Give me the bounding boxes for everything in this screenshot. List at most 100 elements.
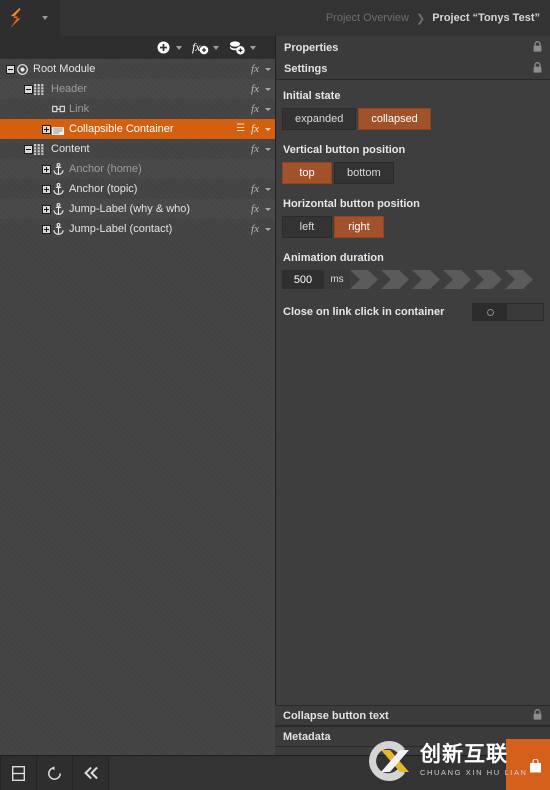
fx-button[interactable]: fx bbox=[251, 223, 259, 235]
tree-expander-collapsed-icon[interactable] bbox=[42, 224, 51, 234]
tree-row[interactable]: Anchor (topic) fx bbox=[0, 179, 275, 199]
initial-state-label: Initial state bbox=[283, 90, 341, 102]
add-function-button[interactable]: fx bbox=[191, 39, 209, 57]
field-close-on-link-click: Close on link click in container bbox=[282, 303, 544, 321]
fx-caret-down-icon[interactable] bbox=[265, 227, 271, 231]
properties-footer-sections: Collapse button text Metadata bbox=[275, 705, 550, 755]
initial-state-segmented-control: expanded collapsed bbox=[282, 108, 544, 130]
add-element-button[interactable] bbox=[154, 39, 172, 57]
anchor-icon bbox=[51, 223, 65, 235]
initial-state-option-expanded[interactable]: expanded bbox=[282, 108, 357, 130]
split-panel-icon bbox=[12, 765, 25, 781]
collapse-button-text-title: Collapse button text bbox=[283, 709, 389, 722]
tree-expander-collapsed-icon[interactable] bbox=[42, 164, 51, 174]
horizontal-position-option-left[interactable]: left bbox=[282, 216, 332, 238]
field-vertical-button-position: Vertical button position top bottom bbox=[282, 144, 544, 184]
add-element-caret-icon[interactable] bbox=[176, 45, 182, 50]
reload-button[interactable] bbox=[37, 756, 72, 790]
horizontal-position-option-right[interactable]: right bbox=[334, 216, 384, 238]
settings-section-body: Initial state expanded collapsed Vertica… bbox=[276, 80, 550, 321]
horizontal-button-position-segmented-control: left right bbox=[282, 216, 544, 238]
tree-row-label: Collapsible Container bbox=[69, 123, 174, 135]
fx-button[interactable]: fx bbox=[251, 143, 259, 155]
toggle-panels-button[interactable] bbox=[1, 756, 36, 790]
add-asset-group bbox=[228, 39, 256, 57]
vertical-position-option-top[interactable]: top bbox=[282, 162, 332, 184]
add-asset-button[interactable] bbox=[228, 39, 246, 57]
add-function-caret-icon[interactable] bbox=[213, 45, 219, 50]
tree-row[interactable]: Header fx bbox=[0, 79, 275, 99]
animation-duration-value[interactable]: 500 bbox=[282, 270, 324, 289]
collapse-all-button[interactable] bbox=[73, 756, 108, 790]
tree-expander-collapsed-icon[interactable] bbox=[42, 124, 51, 134]
double-chevron-left-icon bbox=[83, 767, 98, 779]
fx-button[interactable]: fx bbox=[251, 63, 259, 75]
tree-row[interactable]: Collapsible Container ☰ fx bbox=[0, 119, 275, 139]
tree-row[interactable]: Anchor (home) bbox=[0, 159, 275, 179]
field-animation-duration: Animation duration 500 ms bbox=[282, 252, 544, 289]
fx-button[interactable]: fx bbox=[251, 123, 259, 135]
lock-glyph bbox=[533, 40, 542, 52]
horizontal-button-position-label: Horizontal button position bbox=[283, 198, 420, 210]
chevron-track-icon bbox=[350, 270, 533, 289]
tree-row[interactable]: Link fx bbox=[0, 99, 275, 119]
tree-row[interactable]: Content fx bbox=[0, 139, 275, 159]
lock-icon[interactable] bbox=[533, 708, 542, 723]
tree-expander-expanded-icon[interactable] bbox=[24, 84, 33, 94]
fx-button[interactable]: fx bbox=[251, 203, 259, 215]
tree-toolbar: fx bbox=[0, 36, 275, 59]
app-logo-menu-button[interactable] bbox=[30, 0, 60, 36]
breadcrumb: Project Overview ❯ Project “Tonys Test” bbox=[326, 12, 550, 25]
fx-caret-down-icon[interactable] bbox=[265, 187, 271, 191]
tree-row[interactable]: Jump-Label (why & who) fx bbox=[0, 199, 275, 219]
fx-plus-icon: fx bbox=[192, 40, 208, 55]
settings-section-title: Settings bbox=[284, 63, 328, 75]
fx-button[interactable]: fx bbox=[251, 103, 259, 115]
fx-button[interactable]: fx bbox=[251, 183, 259, 195]
tree-row-label: Anchor (topic) bbox=[69, 183, 138, 195]
add-element-group bbox=[154, 39, 182, 57]
breadcrumb-project-overview[interactable]: Project Overview bbox=[326, 12, 409, 24]
fx-caret-down-icon[interactable] bbox=[265, 127, 271, 131]
initial-state-option-collapsed[interactable]: collapsed bbox=[358, 108, 431, 130]
fx-caret-down-icon[interactable] bbox=[265, 67, 271, 71]
tree-row-label: Content bbox=[51, 143, 90, 155]
tree-expander-expanded-icon[interactable] bbox=[24, 144, 33, 154]
add-asset-caret-icon[interactable] bbox=[250, 45, 256, 50]
plus-circle-icon bbox=[157, 41, 169, 54]
lock-glyph bbox=[533, 62, 542, 73]
lock-glyph bbox=[533, 708, 542, 720]
lock-icon[interactable] bbox=[533, 62, 542, 76]
breadcrumb-separator-icon: ❯ bbox=[415, 12, 426, 25]
tree-expander-expanded-icon[interactable] bbox=[6, 64, 15, 74]
animation-duration-slider[interactable]: 500 ms bbox=[282, 270, 544, 289]
lock-icon[interactable] bbox=[533, 40, 542, 55]
add-function-group: fx bbox=[191, 39, 219, 57]
status-bar bbox=[0, 755, 550, 790]
tree-row-label: Jump-Label (why & who) bbox=[69, 203, 191, 215]
tree-expander-collapsed-icon[interactable] bbox=[42, 184, 51, 194]
tree-expander-collapsed-icon[interactable] bbox=[42, 204, 51, 214]
fx-caret-down-icon[interactable] bbox=[265, 107, 271, 111]
tree-row-tools: fx bbox=[251, 143, 271, 155]
animation-duration-track[interactable] bbox=[350, 270, 544, 289]
tree-row[interactable]: Jump-Label (contact) fx bbox=[0, 219, 275, 239]
fx-caret-down-icon[interactable] bbox=[265, 207, 271, 211]
tree-row[interactable]: Root Module fx bbox=[0, 59, 275, 79]
collapse-button-text-section-header[interactable]: Collapse button text bbox=[275, 705, 550, 726]
metadata-section-header[interactable]: Metadata bbox=[275, 726, 550, 747]
drag-handle-icon[interactable]: ☰ bbox=[236, 124, 245, 134]
tree-row-label: Jump-Label (contact) bbox=[69, 223, 173, 235]
app-logo[interactable] bbox=[0, 0, 30, 36]
tree-row-tools: fx bbox=[251, 83, 271, 95]
tree-row-tools: ☰ fx bbox=[236, 123, 271, 135]
element-tree-panel[interactable]: Root Module fx Header fx Link fx Collapsible C… bbox=[0, 59, 275, 755]
fx-caret-down-icon[interactable] bbox=[265, 87, 271, 91]
tree-row-label: Header bbox=[51, 83, 88, 95]
close-on-link-click-toggle[interactable] bbox=[472, 303, 544, 321]
fx-button[interactable]: fx bbox=[251, 83, 259, 95]
settings-section-header[interactable]: Settings bbox=[276, 59, 550, 80]
fx-caret-down-icon[interactable] bbox=[265, 147, 271, 151]
tree-row-tools: fx bbox=[251, 203, 271, 215]
vertical-position-option-bottom[interactable]: bottom bbox=[334, 162, 394, 184]
